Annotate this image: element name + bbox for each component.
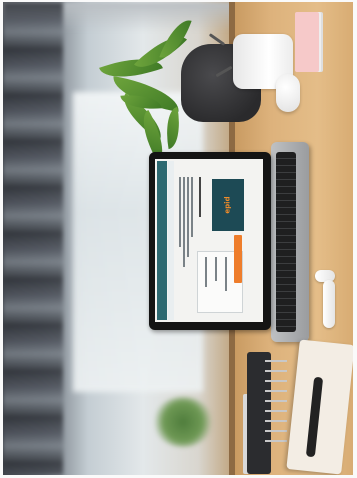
background-shelves [3, 2, 63, 475]
screen-cta-button [234, 235, 242, 283]
screen-text-line [215, 257, 217, 281]
screen-top-bar [157, 161, 167, 320]
screen-logo: epid [223, 196, 232, 214]
screen-nav [168, 161, 174, 320]
screen-banner: epid [212, 179, 244, 231]
office-desk-photo: epid [3, 2, 353, 475]
binder-rings [265, 352, 287, 442]
background-plant [153, 397, 213, 447]
photo-frame: epid [0, 0, 357, 478]
screen-text-line [179, 177, 181, 247]
earbuds [315, 270, 341, 330]
laptop-screen: epid [155, 159, 263, 322]
screen-text-line [225, 257, 227, 291]
screen-text-line [183, 177, 185, 267]
laptop-keyboard [276, 152, 296, 332]
screen-text-line [187, 177, 189, 257]
screen-heading [199, 177, 201, 217]
screen-text-line [191, 177, 193, 237]
sticky-notes [295, 12, 319, 72]
computer-mouse [276, 74, 300, 112]
screen-text-line [205, 257, 207, 287]
